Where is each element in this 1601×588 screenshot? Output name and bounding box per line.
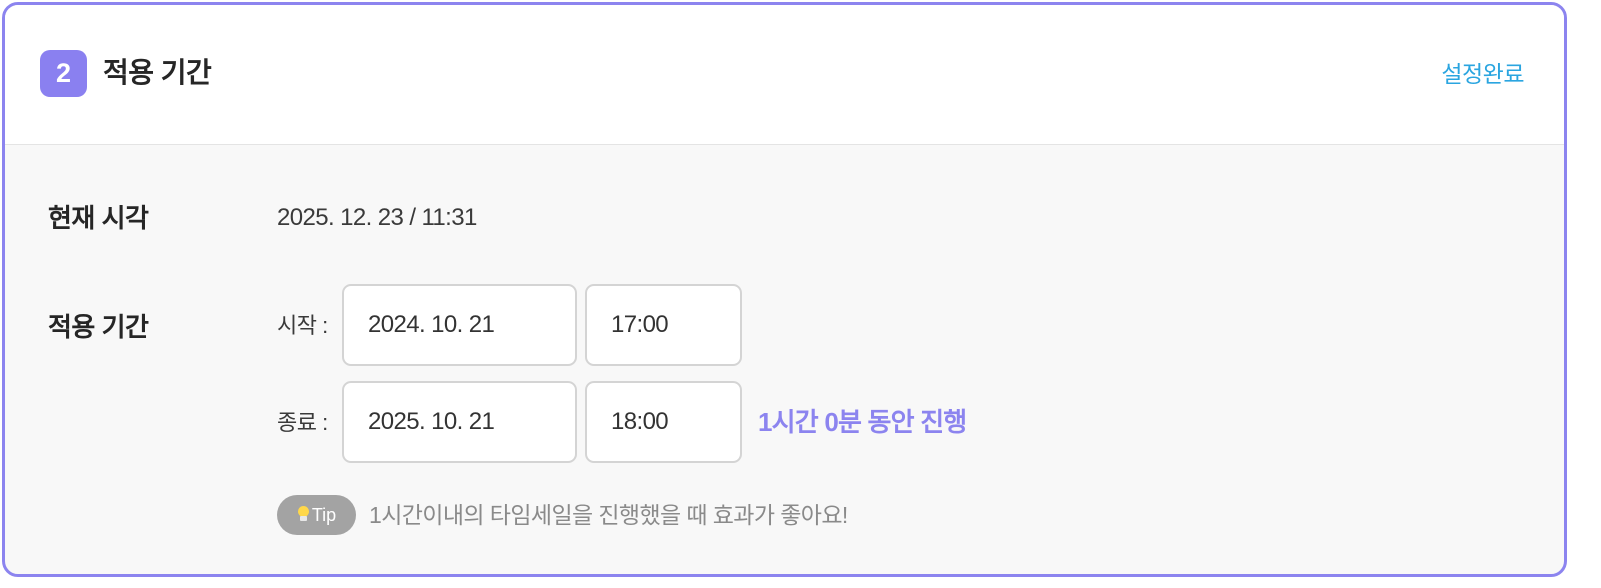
period-settings-card: 2 적용 기간 설정완료 현재 시각 2025. 12. 23 / 11:31 … (2, 2, 1567, 577)
current-time-value: 2025. 12. 23 / 11:31 (277, 204, 477, 231)
current-time-label: 현재 시각 (48, 203, 149, 233)
start-date-field[interactable]: 2024. 10. 21 (342, 284, 577, 366)
tip-badge-label: Tip (311, 504, 337, 525)
step-number-badge: 2 (40, 50, 87, 97)
settings-complete-button[interactable]: 설정완료 (1441, 58, 1524, 90)
start-time-field[interactable]: 17:00 (585, 284, 742, 366)
section-title: 적용 기간 (103, 57, 212, 88)
start-time-value: 17:00 (611, 311, 669, 338)
tip-text: 1시간이내의 타임세일을 진행했을 때 효과가 좋아요! (369, 502, 848, 528)
start-label: 시작 : (277, 313, 328, 338)
end-date-field[interactable]: 2025. 10. 21 (342, 381, 577, 463)
end-label: 종료 : (277, 410, 328, 435)
card-header: 2 적용 기간 설정완료 (5, 5, 1564, 145)
end-date-value: 2025. 10. 21 (368, 408, 495, 435)
period-label: 적용 기간 (48, 312, 149, 342)
lightbulb-icon (297, 506, 309, 524)
end-time-value: 18:00 (611, 408, 669, 435)
start-date-value: 2024. 10. 21 (368, 311, 495, 338)
end-time-field[interactable]: 18:00 (585, 381, 742, 463)
duration-text: 1시간 0분 동안 진행 (758, 407, 967, 437)
tip-badge: Tip (277, 495, 356, 535)
